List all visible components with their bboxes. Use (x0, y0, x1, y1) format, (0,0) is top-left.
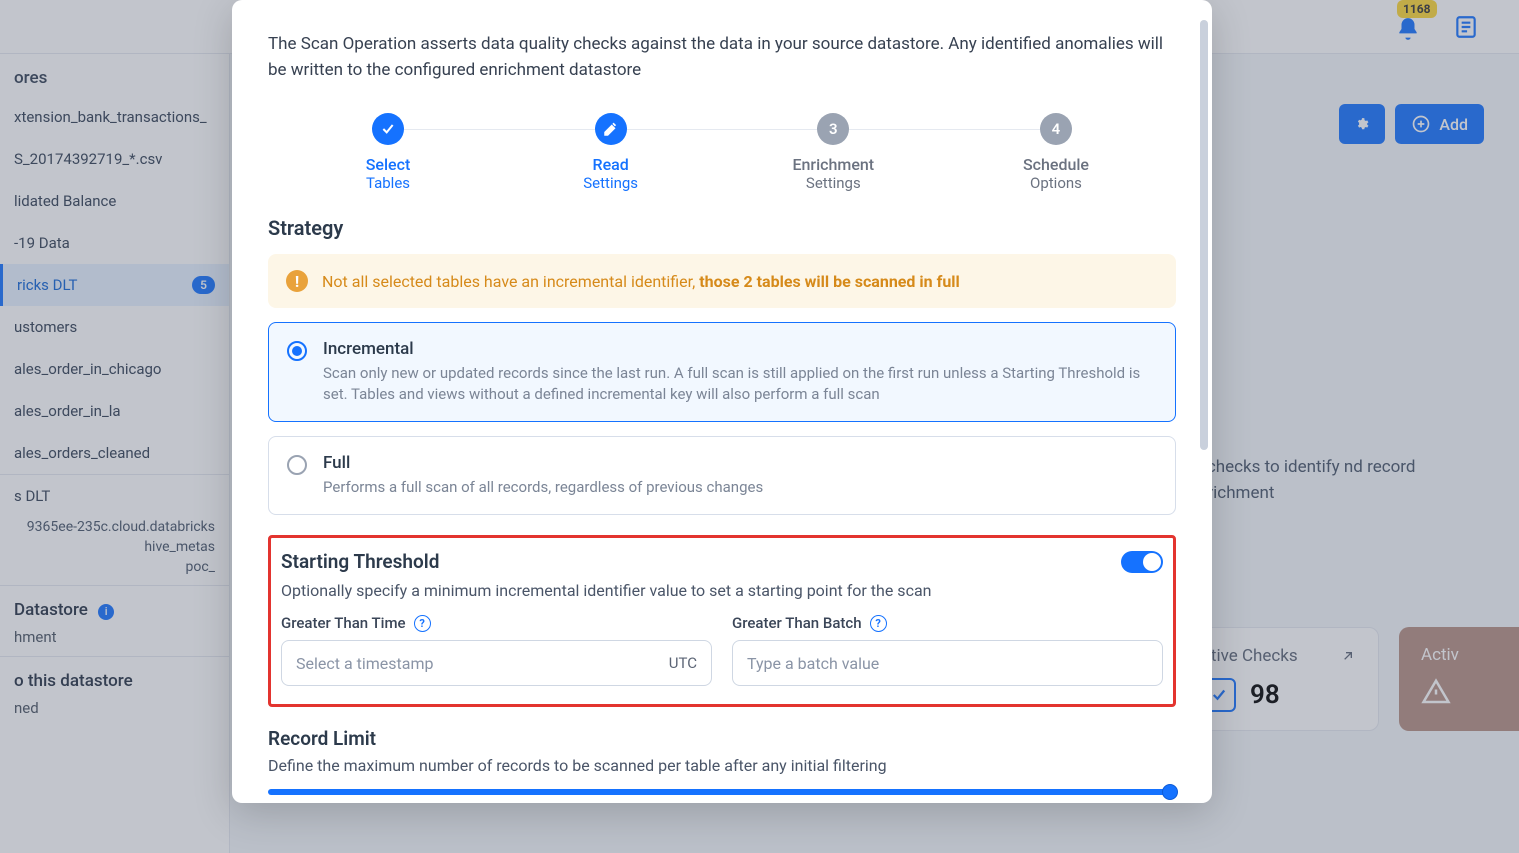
strategy-full-radio[interactable]: Full Performs a full scan of all records… (268, 436, 1176, 515)
scan-operation-modal: The Scan Operation asserts data quality … (232, 0, 1212, 803)
gt-batch-input-wrap[interactable] (732, 640, 1163, 686)
step-select-tables[interactable]: Select Tables (318, 113, 458, 192)
slider-thumb[interactable] (1162, 784, 1178, 800)
strategy-alert: ! Not all selected tables have an increm… (268, 254, 1176, 308)
modal-scrollbar[interactable] (1200, 20, 1208, 780)
record-limit-desc: Define the maximum number of records to … (268, 756, 1176, 775)
stepper: Select Tables Read Settings 3 Enrichment… (318, 113, 1126, 192)
starting-threshold-highlight: Starting Threshold Optionally specify a … (268, 535, 1176, 707)
gt-batch-label: Greater Than Batch (732, 614, 862, 632)
gt-time-label: Greater Than Time (281, 614, 406, 632)
threshold-desc: Optionally specify a minimum incremental… (281, 581, 1163, 600)
threshold-title: Starting Threshold (281, 550, 439, 573)
step-read-settings[interactable]: Read Settings (541, 113, 681, 192)
radio-icon (287, 455, 307, 475)
step-enrichment-settings[interactable]: 3 Enrichment Settings (763, 113, 903, 192)
pencil-icon (603, 122, 618, 137)
record-limit-title: Record Limit (268, 727, 1176, 750)
record-limit-slider[interactable]: 1M 10M 100M All (268, 789, 1176, 803)
strategy-incremental-radio[interactable]: Incremental Scan only new or updated rec… (268, 322, 1176, 422)
threshold-toggle[interactable] (1121, 551, 1163, 573)
gt-time-input[interactable] (296, 654, 659, 673)
help-icon[interactable]: ? (870, 615, 887, 632)
gt-time-input-wrap[interactable]: UTC (281, 640, 712, 686)
help-icon[interactable]: ? (414, 615, 431, 632)
modal-description: The Scan Operation asserts data quality … (268, 32, 1176, 83)
gt-batch-input[interactable] (747, 654, 1148, 673)
gt-time-suffix: UTC (669, 654, 697, 672)
check-icon (380, 121, 396, 137)
strategy-title: Strategy (268, 216, 1176, 240)
radio-icon (287, 341, 307, 361)
step-schedule-options[interactable]: 4 Schedule Options (986, 113, 1126, 192)
warning-icon: ! (286, 270, 308, 292)
